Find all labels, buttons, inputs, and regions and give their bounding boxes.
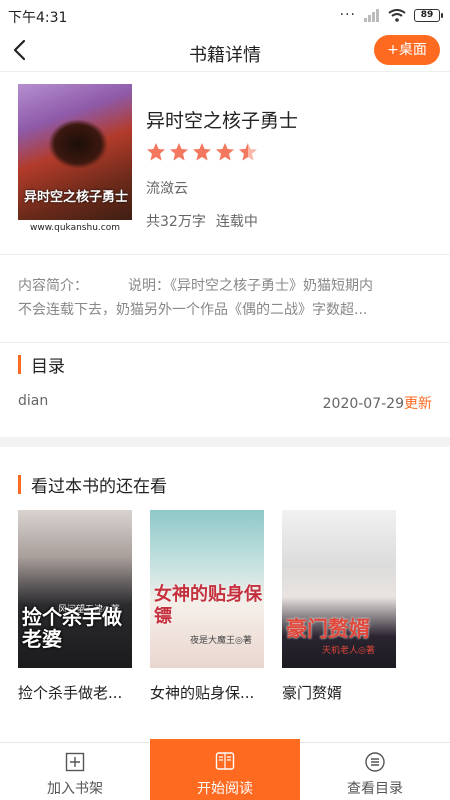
cover-title: 异时空之核子勇士 [24,190,129,205]
section-separator [0,437,450,447]
accent-bar [18,355,21,374]
cover-author: 天机老人◎著 [322,646,375,656]
cover-artwork [48,119,108,169]
battery-icon: 89 [414,8,443,22]
star-icon [147,143,165,161]
star-icon [170,143,188,161]
intro-text-line1: 说明：《异时空之核子勇士》奶猫短期内 [128,278,373,294]
book-meta: 共32万字 连载中 [146,211,258,231]
status-bar: 下午4:31 ··· 89 [0,0,450,32]
star-icon [193,143,211,161]
recommend-name: 捡个杀手做老... [18,684,123,702]
divider [0,254,450,255]
signal-icon [364,8,379,22]
wifi-icon [388,8,406,22]
cover-title: 豪门赘婿 [286,617,370,641]
start-reading-label: 开始阅读 [197,781,253,797]
cover-author: 夜是大魔王◎著 [190,636,252,646]
recommend-cover: 女神的贴身保镖 夜是大魔王◎著 [150,510,264,668]
add-shelf-icon [65,752,85,772]
toc-heading-label: 目录 [31,357,65,377]
cover-title: 女神的贴身保镖 [154,584,262,627]
add-to-shelf-button[interactable]: 加入书架 [0,743,150,800]
divider [0,342,450,343]
recommend-cover: 豪门赘婿 天机老人◎著 [282,510,396,668]
add-to-desktop-button[interactable]: +桌面 [374,35,440,65]
recommend-heading-label: 看过本书的还在看 [31,477,167,497]
latest-chapter: dian [18,393,49,409]
recommend-cover: 风间望五津◎著 捡个杀手做老婆 [18,510,132,668]
header: 书籍详情 +桌面 [0,32,450,72]
recommend-item[interactable]: 风间望五津◎著 捡个杀手做老婆 捡个杀手做老... [18,510,132,703]
latest-chapter-row[interactable]: dian 2020-07-29更新 [18,393,432,413]
star-icon [216,143,234,161]
more-dots-icon: ··· [339,7,356,23]
intro-label: 内容简介： [18,278,88,294]
update-label: 更新 [404,396,432,412]
half-star-icon [239,143,257,161]
book-info-section: 异时空之核子勇士 www.qukanshu.com 异时空之核子勇士 流潋云 共… [0,72,450,246]
recommend-name: 豪门赘婿 [282,684,343,702]
update-date: 2020-07-29 [322,396,404,412]
serial-status: 连载中 [215,214,258,230]
accent-bar [18,475,21,494]
recommend-name: 女神的贴身保... [150,684,255,702]
status-icons: ··· 89 [339,7,443,23]
open-book-icon [215,752,235,770]
recommend-list: 风间望五津◎著 捡个杀手做老婆 捡个杀手做老... 女神的贴身保镖 夜是大魔王◎… [18,510,432,703]
recommend-item[interactable]: 豪门赘婿 天机老人◎著 豪门赘婿 [282,510,396,703]
book-author[interactable]: 流潋云 [146,178,188,198]
word-count: 共32万字 [146,214,206,230]
update-info: 2020-07-29更新 [323,393,432,413]
cover-site: www.qukanshu.com [18,220,132,236]
book-cover[interactable]: 异时空之核子勇士 www.qukanshu.com [18,84,132,236]
list-icon [365,752,385,772]
recommend-heading: 看过本书的还在看 [18,472,167,497]
intro-text-line2: 不会连载下去，奶猫另外一个作品《偶的二战》字数超... [18,302,368,318]
status-time: 下午4:31 [8,10,68,26]
rating-stars [146,142,258,162]
view-toc-button[interactable]: 查看目录 [300,743,450,800]
bottom-action-bar: 加入书架 开始阅读 查看目录 [0,739,450,800]
book-intro[interactable]: 内容简介： 说明：《异时空之核子勇士》奶猫短期内 不会连载下去，奶猫另外一个作品《… [18,274,432,322]
add-to-shelf-label: 加入书架 [47,781,103,797]
toc-heading: 目录 [18,352,65,377]
view-toc-label: 查看目录 [347,781,403,797]
book-title: 异时空之核子勇士 [146,110,299,132]
recommend-item[interactable]: 女神的贴身保镖 夜是大魔王◎著 女神的贴身保... [150,510,264,703]
start-reading-button[interactable]: 开始阅读 [150,739,300,800]
cover-title: 捡个杀手做老婆 [22,605,122,651]
